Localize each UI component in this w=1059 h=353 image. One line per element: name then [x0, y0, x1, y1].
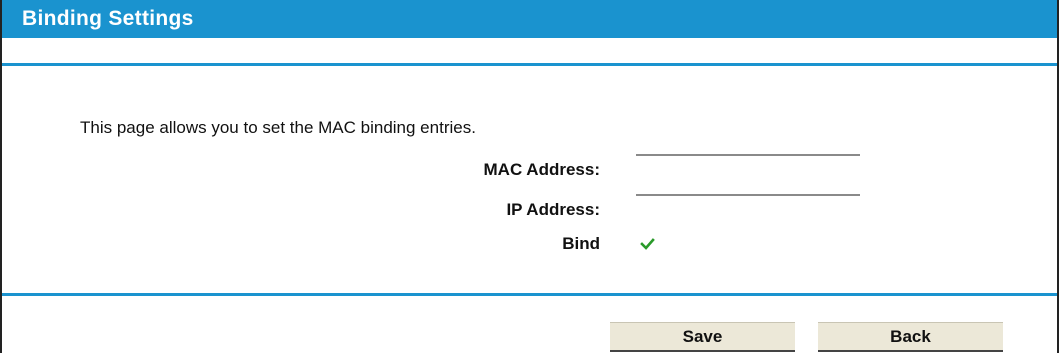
checkmark-icon [640, 238, 655, 250]
bind-row: Bind [2, 232, 1057, 256]
bind-label: Bind [562, 234, 600, 253]
bind-checkbox[interactable] [640, 237, 655, 252]
ip-address-label: IP Address: [506, 200, 600, 219]
ip-address-input[interactable] [636, 194, 860, 216]
binding-settings-panel: Binding Settings This page allows you to… [0, 0, 1059, 353]
ip-address-row: IP Address: [2, 194, 1057, 222]
save-button[interactable]: Save [610, 322, 795, 352]
mac-address-input[interactable] [636, 154, 860, 176]
page-description: This page allows you to set the MAC bind… [80, 118, 476, 137]
top-divider [2, 63, 1057, 66]
mac-address-label: MAC Address: [483, 160, 601, 179]
page-title: Binding Settings [2, 0, 1057, 38]
back-button[interactable]: Back [818, 322, 1003, 352]
bottom-divider [2, 293, 1057, 296]
mac-address-row: MAC Address: [2, 154, 1057, 182]
